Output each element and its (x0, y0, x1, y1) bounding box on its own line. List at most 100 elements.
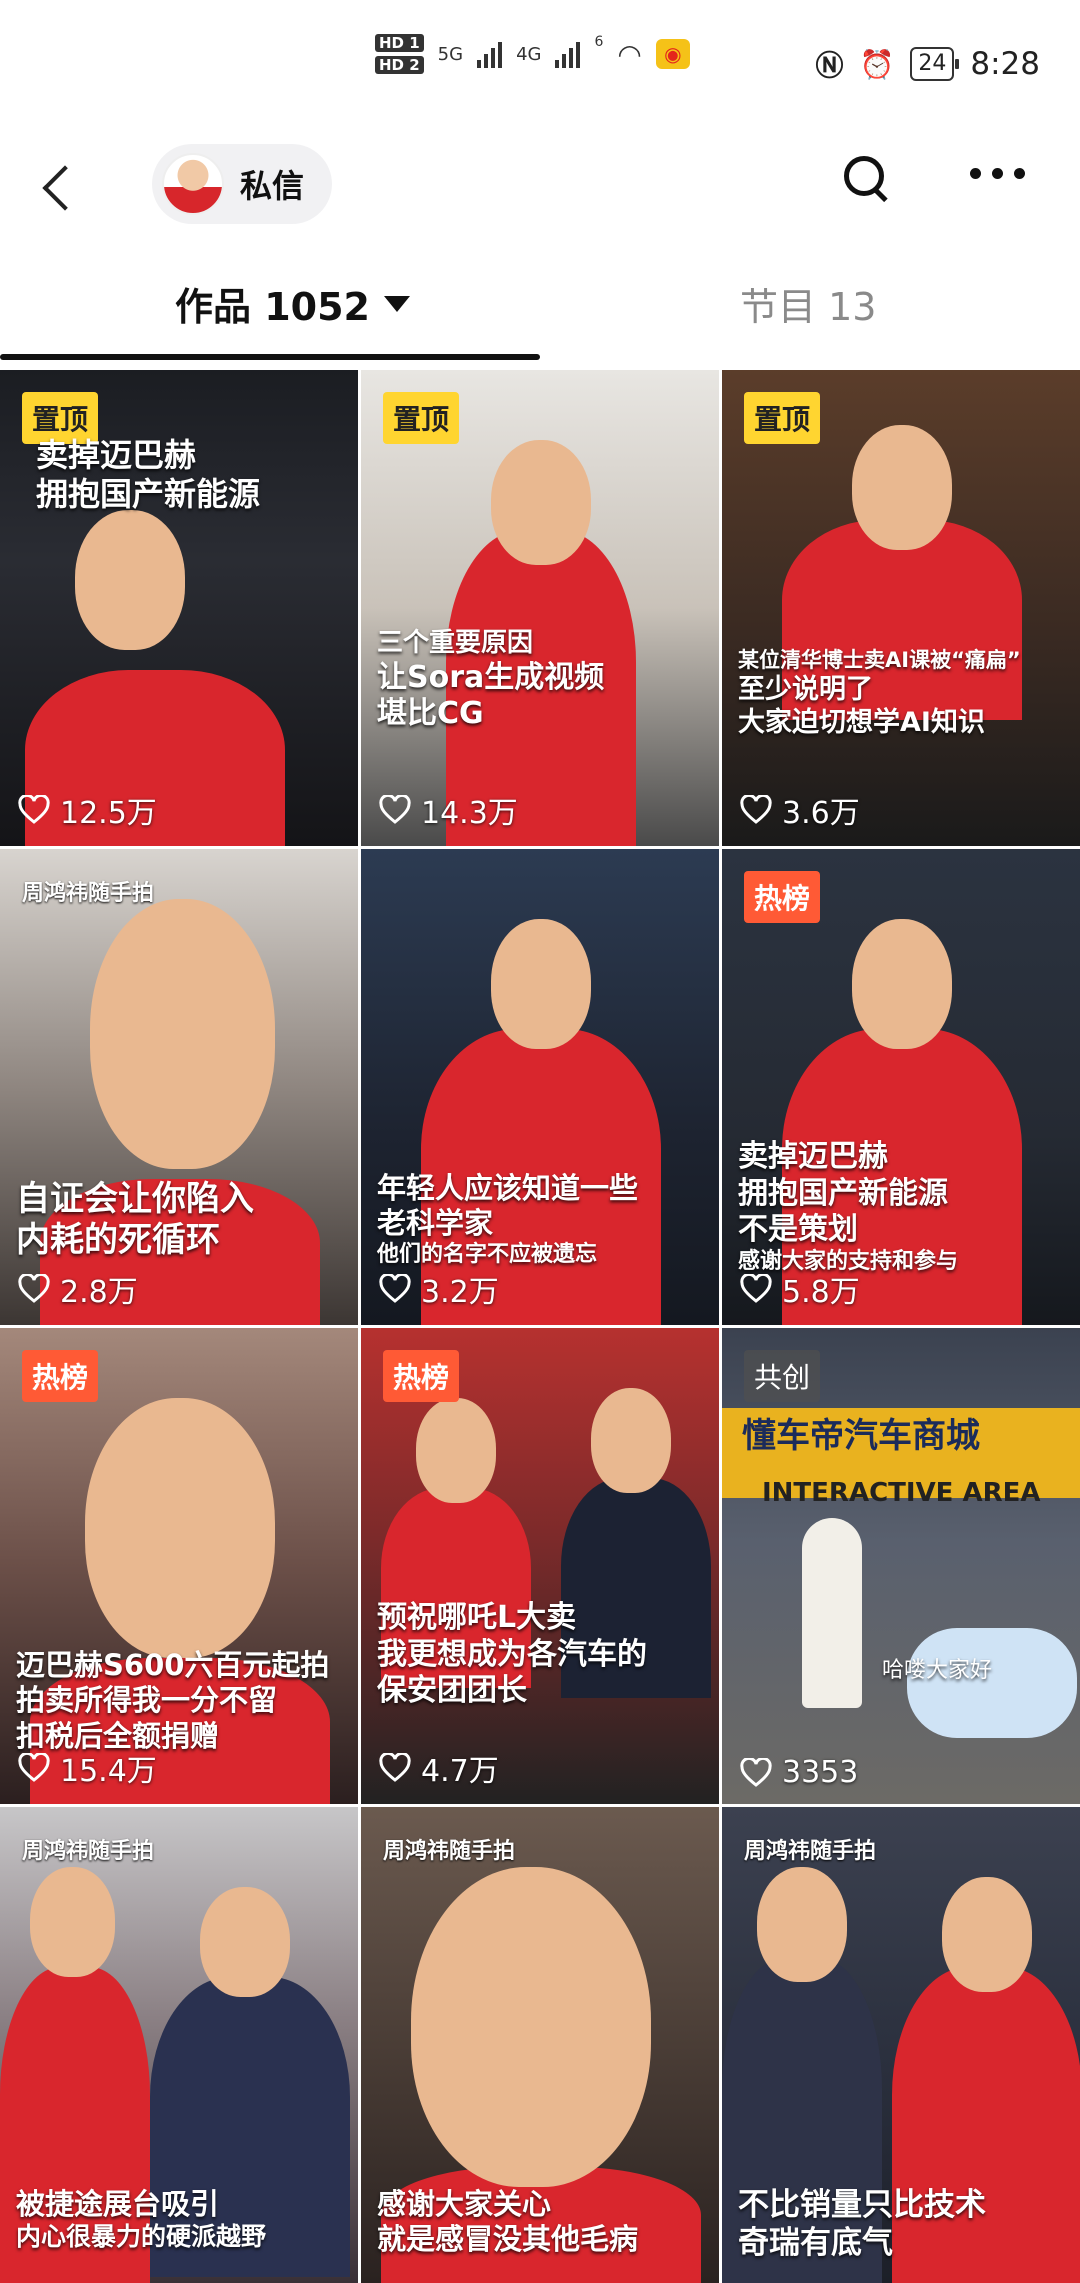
video-tag: 周鸿祎随手拍 (22, 1839, 155, 1864)
like-count: 14.3万 (379, 788, 518, 832)
message-label: 私信 (240, 167, 305, 205)
like-count: 15.4万 (18, 1746, 157, 1790)
cocreate-badge: 共创 (744, 1350, 821, 1402)
pinned-badge: 置顶 (383, 392, 460, 444)
hot-badge: 热榜 (744, 871, 821, 923)
status-right: Ⓝ ⏰ 24 8:28 (815, 44, 1040, 84)
video-tile[interactable]: 周鸿祎随手拍 自证会让你陷入 内耗的死循环 2.8万 (0, 849, 358, 1325)
back-button[interactable] (40, 158, 90, 218)
nfc-icon: Ⓝ (815, 49, 844, 82)
wifi-icon: ◠ (617, 37, 642, 71)
video-tile[interactable]: 置顶 三个重要原因 让Sora生成视频 堪比CG 14.3万 (361, 370, 719, 846)
top-bar: 私信 (0, 128, 1080, 246)
wifi-badge: 6 (594, 34, 604, 50)
sim-indicator: HD 1 HD 2 (375, 34, 424, 74)
video-caption-line: 不比销量只比技术 (738, 2187, 986, 2223)
video-caption-line: 年轻人应该知道一些 (377, 1171, 639, 1205)
caret-down-icon (384, 295, 410, 312)
video-tile[interactable]: 热榜 卖掉迈巴赫 拥抱国产新能源 不是策划 感谢大家的支持和参与 5.8万 (722, 849, 1080, 1325)
pinned-badge: 置顶 (744, 392, 821, 444)
like-count: 3.6万 (740, 788, 860, 832)
like-count: 2.8万 (18, 1267, 138, 1311)
video-caption-line: 老科学家 (377, 1206, 494, 1241)
tab-works-label: 作品 1052 (175, 285, 370, 329)
avatar (162, 153, 224, 215)
heart-icon (18, 795, 50, 825)
heart-icon (18, 1753, 50, 1783)
video-caption-line: 奇瑞有底气 (738, 2224, 893, 2261)
like-count-text: 3.6万 (782, 796, 860, 831)
video-tile[interactable]: 年轻人应该知道一些 老科学家 他们的名字不应被遗忘 3.2万 (361, 849, 719, 1325)
video-caption-line: 某位清华博士卖AI课被“痛扁” (738, 648, 1021, 672)
video-tile[interactable]: 周鸿祎随手拍 感谢大家关心 就是感冒没其他毛病 (361, 1807, 719, 2283)
like-count: 3.2万 (379, 1267, 499, 1311)
clock: 8:28 (970, 46, 1040, 82)
tab-works[interactable]: 作品 1052 (175, 276, 410, 331)
video-caption-line: 保安团团长 (377, 1673, 527, 1709)
tab-bar: 作品 1052 节目 13 (0, 246, 1080, 362)
video-caption-line: 哈喽大家好 (882, 1658, 993, 1683)
video-caption-line: 感谢大家关心 (377, 2187, 552, 2221)
video-caption-line: 堪比CG (377, 696, 484, 732)
video-caption-line: 至少说明了 (738, 673, 873, 705)
video-caption-line: 内心很暴力的硬派越野 (16, 2222, 267, 2252)
like-count-text: 15.4万 (60, 1754, 157, 1789)
video-caption-line: 卖掉迈巴赫 (36, 436, 197, 474)
like-count-text: 3.2万 (421, 1275, 499, 1310)
video-caption-line: INTERACTIVE AREA (762, 1478, 1041, 1508)
signal-icon-2 (555, 40, 581, 68)
video-caption-line: 让Sora生成视频 (377, 659, 605, 695)
hot-badge: 热榜 (383, 1350, 460, 1402)
video-caption-line: 自证会让你陷入 (16, 1179, 254, 1219)
video-caption-line: 不是策划 (738, 1212, 858, 1248)
heart-icon (379, 1274, 411, 1304)
video-caption-line: 懂车帝汽车商城 (742, 1416, 980, 1456)
like-count-text: 12.5万 (60, 796, 157, 831)
heart-icon (379, 1753, 411, 1783)
heart-icon (379, 795, 411, 825)
video-caption-line: 三个重要原因 (377, 628, 534, 658)
heart-icon (18, 1274, 50, 1304)
hot-badge: 热榜 (22, 1350, 99, 1402)
video-caption-line: 大家迫切想学AI知识 (738, 706, 985, 738)
sim1-label: HD 1 (375, 34, 424, 52)
video-caption-line: 卖掉迈巴赫 (738, 1139, 888, 1174)
video-grid: 置顶 卖掉迈巴赫 拥抱国产新能源 12.5万 置顶 三个重要原因 让Sora生成… (0, 370, 1080, 2283)
video-tile[interactable]: 周鸿祎随手拍 被捷途展台吸引 内心很暴力的硬派越野 (0, 1807, 358, 2283)
video-tile[interactable]: 置顶 某位清华博士卖AI课被“痛扁” 至少说明了 大家迫切想学AI知识 3.6万 (722, 370, 1080, 846)
video-caption-line: 拍卖所得我一分不留 (16, 1683, 278, 1718)
tab-shows[interactable]: 节目 13 (740, 276, 876, 331)
more-icon[interactable] (970, 168, 1025, 179)
message-chip[interactable]: 私信 (152, 144, 333, 224)
video-tile[interactable]: 周鸿祎随手拍 不比销量只比技术 奇瑞有底气 (722, 1807, 1080, 2283)
like-count-text: 3353 (782, 1755, 859, 1790)
video-tile[interactable]: 热榜 预祝哪吒L大卖 我更想成为各汽车的 保安团团长 4.7万 (361, 1328, 719, 1804)
network-5g-label: 5G (437, 43, 464, 65)
signal-icon (477, 40, 503, 68)
video-caption-line: 拥抱国产新能源 (36, 475, 261, 514)
video-caption-line: 被捷途展台吸引 (16, 2187, 220, 2221)
heart-icon (740, 795, 772, 825)
weibo-icon: ◉ (655, 39, 690, 69)
alarm-icon: ⏰ (859, 47, 895, 81)
heart-icon (740, 1757, 772, 1788)
tab-shows-label: 节目 13 (740, 285, 877, 329)
sim2-label: HD 2 (375, 56, 424, 74)
status-bar: HD 1 HD 2 5G 4G 6 ◠ ◉ Ⓝ ⏰ 24 8:28 (0, 0, 1080, 128)
like-count: 5.8万 (740, 1267, 860, 1311)
like-count-text: 14.3万 (421, 796, 518, 831)
like-count-text: 4.7万 (421, 1754, 499, 1789)
search-icon[interactable] (842, 154, 888, 200)
like-count-text: 2.8万 (60, 1275, 138, 1310)
video-tag: 周鸿祎随手拍 (383, 1839, 516, 1864)
tab-underline (0, 354, 540, 360)
video-tile[interactable]: 共创 懂车帝汽车商城 INTERACTIVE AREA 哈喽大家好 3353 (722, 1328, 1080, 1804)
video-tile[interactable]: 置顶 卖掉迈巴赫 拥抱国产新能源 12.5万 (0, 370, 358, 846)
video-caption-line: 迈巴赫S600六百元起拍 (16, 1648, 330, 1682)
video-tile[interactable]: 热榜 迈巴赫S600六百元起拍 拍卖所得我一分不留 扣税后全额捐赠 15.4万 (0, 1328, 358, 1804)
network-4g-label: 4G (516, 43, 542, 65)
like-count-text: 5.8万 (782, 1275, 860, 1310)
like-count: 12.5万 (18, 788, 157, 832)
chevron-left-icon (42, 165, 88, 211)
like-count: 3353 (740, 1755, 858, 1790)
